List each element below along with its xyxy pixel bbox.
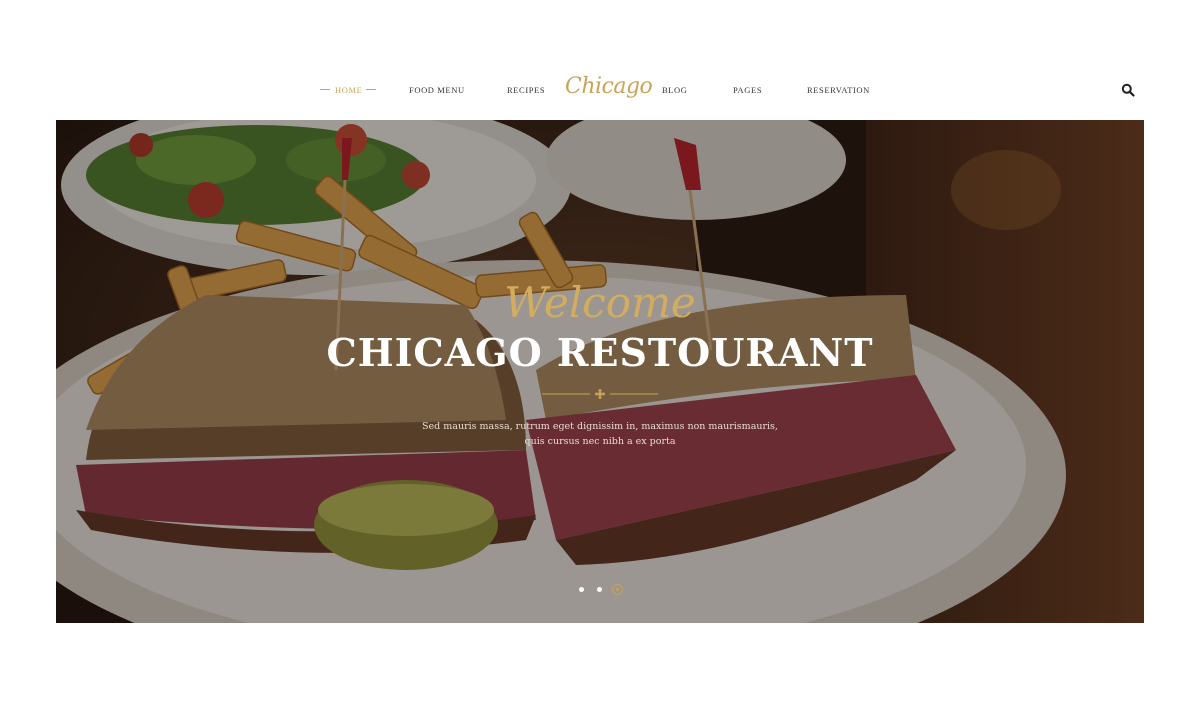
nav-recipes[interactable]: RECIPES [507, 85, 545, 95]
divider [542, 389, 658, 399]
search-icon[interactable] [1121, 83, 1135, 97]
nav-food-menu[interactable]: FOOD MENU [409, 85, 465, 95]
hero-title: CHICAGO RESTOURANT [326, 330, 874, 375]
nav-home[interactable]: HOME [335, 85, 362, 95]
slider-pagination [574, 583, 634, 597]
slider-dot-3[interactable] [612, 584, 623, 595]
hero-slider: Welcome CHICAGO RESTOURANT Sed mauris ma… [56, 120, 1144, 623]
hero-description: Sed mauris massa, rutrum eget dignissim … [422, 421, 778, 447]
active-dash-right [366, 89, 376, 90]
hero-script-title: Welcome [504, 278, 696, 327]
nav-reservation[interactable]: RESERVATION [807, 85, 870, 95]
nav-pages[interactable]: PAGES [733, 85, 762, 95]
flower-icon [595, 389, 605, 399]
slider-dot-1[interactable] [579, 587, 584, 592]
slider-dot-2[interactable] [597, 587, 602, 592]
main-navigation: HOME FOOD MENU RECIPES Chicago BLOG PAGE… [0, 0, 1200, 120]
nav-blog[interactable]: BLOG [662, 85, 688, 95]
active-dash-left [320, 89, 330, 90]
site-logo[interactable]: Chicago [565, 74, 653, 99]
